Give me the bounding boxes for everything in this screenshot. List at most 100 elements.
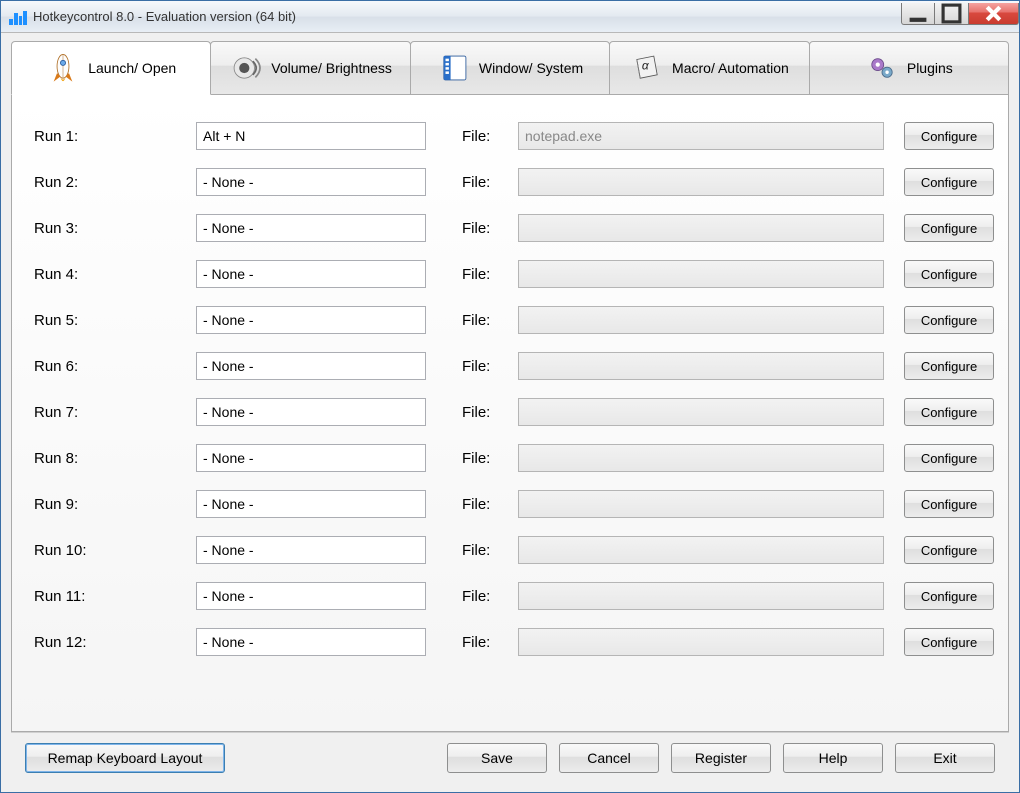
configure-button[interactable]: Configure (904, 444, 994, 472)
window-title: Hotkeycontrol 8.0 - Evaluation version (… (33, 9, 901, 24)
rocket-icon (46, 51, 80, 85)
file-input[interactable] (518, 306, 884, 334)
hotkey-input[interactable] (196, 444, 426, 472)
configure-button[interactable]: Configure (904, 214, 994, 242)
run-label: Run 6: (34, 358, 184, 375)
file-label: File: (462, 404, 506, 421)
file-label: File: (462, 266, 506, 283)
file-input[interactable] (518, 398, 884, 426)
hotkey-input[interactable] (196, 122, 426, 150)
client-area: Launch/ Open Volume/ Brightness (1, 33, 1019, 792)
configure-button[interactable]: Configure (904, 582, 994, 610)
window-controls (901, 3, 1019, 25)
tab-volume-brightness[interactable]: Volume/ Brightness (210, 41, 410, 95)
file-input[interactable] (518, 260, 884, 288)
configure-button[interactable]: Configure (904, 490, 994, 518)
app-icon (9, 9, 27, 25)
hotkey-input[interactable] (196, 398, 426, 426)
app-window: Hotkeycontrol 8.0 - Evaluation version (… (0, 0, 1020, 793)
configure-button[interactable]: Configure (904, 306, 994, 334)
tab-plugins[interactable]: Plugins (809, 41, 1009, 95)
tab-label: Plugins (907, 60, 953, 76)
register-button[interactable]: Register (671, 743, 771, 773)
hotkey-row: Run 2: File: Configure (34, 159, 994, 205)
run-label: Run 11: (34, 588, 184, 605)
tab-label: Volume/ Brightness (271, 60, 392, 76)
tabstrip: Launch/ Open Volume/ Brightness (11, 41, 1009, 95)
hotkey-input[interactable] (196, 352, 426, 380)
hotkey-input[interactable] (196, 168, 426, 196)
file-label: File: (462, 496, 506, 513)
file-input[interactable] (518, 122, 884, 150)
hotkey-row: Run 12: File: Configure (34, 619, 994, 665)
file-label: File: (462, 634, 506, 651)
hotkey-row: Run 7: File: Configure (34, 389, 994, 435)
run-label: Run 10: (34, 542, 184, 559)
file-input[interactable] (518, 214, 884, 242)
tab-label: Macro/ Automation (672, 60, 789, 76)
file-input[interactable] (518, 628, 884, 656)
gears-icon (865, 51, 899, 85)
hotkey-input[interactable] (196, 490, 426, 518)
hotkey-input[interactable] (196, 536, 426, 564)
hotkey-row: Run 3: File: Configure (34, 205, 994, 251)
file-label: File: (462, 542, 506, 559)
file-label: File: (462, 174, 506, 191)
run-label: Run 3: (34, 220, 184, 237)
hotkey-input[interactable] (196, 582, 426, 610)
run-label: Run 1: (34, 128, 184, 145)
main-panel: Run 1: File: Configure Run 2: File: Configure… (11, 95, 1009, 732)
script-icon: α (630, 51, 664, 85)
file-label: File: (462, 220, 506, 237)
configure-button[interactable]: Configure (904, 168, 994, 196)
file-label: File: (462, 128, 506, 145)
maximize-button[interactable] (935, 3, 969, 25)
file-input[interactable] (518, 168, 884, 196)
hotkey-row: Run 1: File: Configure (34, 113, 994, 159)
tab-label: Launch/ Open (88, 60, 176, 76)
configure-button[interactable]: Configure (904, 628, 994, 656)
run-label: Run 2: (34, 174, 184, 191)
exit-button[interactable]: Exit (895, 743, 995, 773)
hotkey-input[interactable] (196, 260, 426, 288)
configure-button[interactable]: Configure (904, 352, 994, 380)
file-label: File: (462, 358, 506, 375)
help-button[interactable]: Help (783, 743, 883, 773)
hotkey-row: Run 9:File:Configure (34, 481, 994, 527)
titlebar[interactable]: Hotkeycontrol 8.0 - Evaluation version (… (1, 1, 1019, 33)
hotkey-input[interactable] (196, 628, 426, 656)
file-input[interactable] (518, 444, 884, 472)
file-input[interactable] (518, 536, 884, 564)
cancel-button[interactable]: Cancel (559, 743, 659, 773)
file-label: File: (462, 312, 506, 329)
run-label: Run 5: (34, 312, 184, 329)
tab-launch-open[interactable]: Launch/ Open (11, 41, 211, 95)
run-label: Run 12: (34, 634, 184, 651)
configure-button[interactable]: Configure (904, 536, 994, 564)
hotkey-row: Run 11:File:Configure (34, 573, 994, 619)
hotkey-row: Run 8: File: Configure (34, 435, 994, 481)
run-label: Run 7: (34, 404, 184, 421)
save-button[interactable]: Save (447, 743, 547, 773)
hotkey-row: Run 6: File: Configure (34, 343, 994, 389)
file-input[interactable] (518, 582, 884, 610)
hotkey-row: Run 4: File: Configure (34, 251, 994, 297)
file-input[interactable] (518, 490, 884, 518)
tab-macro-automation[interactable]: α Macro/ Automation (609, 41, 809, 95)
close-button[interactable] (969, 3, 1019, 25)
configure-button[interactable]: Configure (904, 122, 994, 150)
remap-keyboard-button[interactable]: Remap Keyboard Layout (25, 743, 225, 773)
run-label: Run 4: (34, 266, 184, 283)
configure-button[interactable]: Configure (904, 398, 994, 426)
hotkey-input[interactable] (196, 306, 426, 334)
file-input[interactable] (518, 352, 884, 380)
hotkey-row: Run 10: File: Configure (34, 527, 994, 573)
tab-window-system[interactable]: Window/ System (410, 41, 610, 95)
hotkey-input[interactable] (196, 214, 426, 242)
file-label: File: (462, 450, 506, 467)
run-label: Run 8: (34, 450, 184, 467)
configure-button[interactable]: Configure (904, 260, 994, 288)
rows-container[interactable]: Run 1: File: Configure Run 2: File: Configure… (12, 95, 1008, 731)
bottom-bar: Remap Keyboard Layout Save Cancel Regist… (11, 732, 1009, 782)
minimize-button[interactable] (901, 3, 935, 25)
